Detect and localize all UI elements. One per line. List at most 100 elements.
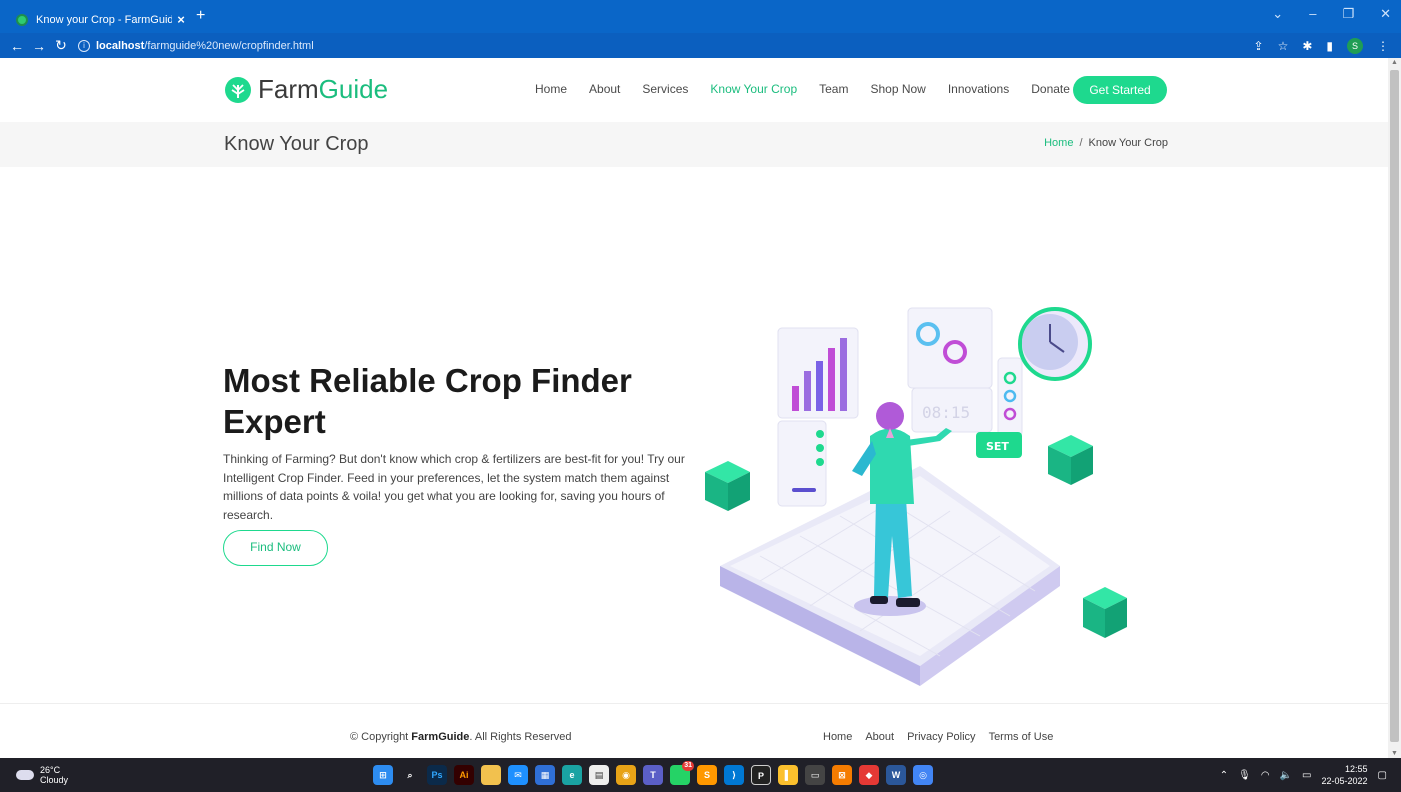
page-viewport: Farm Guide Home About Services Know Your … — [0, 58, 1388, 758]
windows-taskbar: 26°C Cloudy ⊞ ⌕ Ps Ai ✉ ▦ e ▤ ◉ T 31 S ⟩… — [0, 758, 1401, 792]
tray-chevron-icon[interactable]: ⌃ — [1220, 770, 1228, 781]
nav-donate[interactable]: Donate — [1031, 82, 1070, 96]
cube-left — [705, 461, 750, 511]
profile-avatar[interactable]: S — [1347, 38, 1363, 54]
panel-bar — [828, 348, 835, 411]
browser-tab[interactable]: Know your Crop - FarmGuide × — [8, 6, 190, 33]
mail-icon[interactable]: ✉ — [508, 765, 528, 785]
cloud-icon — [16, 770, 34, 780]
site-info-icon[interactable]: i — [78, 39, 90, 52]
logo-text-main: Farm — [258, 74, 319, 104]
powerbi-icon[interactable]: ▌ — [778, 765, 798, 785]
taskbar-clock[interactable]: 12:55 22-05-2022 — [1322, 763, 1368, 787]
breadcrumb-current: Know Your Crop — [1088, 137, 1169, 149]
clock-date: 22-05-2022 — [1321, 776, 1368, 786]
vscode-icon[interactable]: ⟩ — [724, 765, 744, 785]
weather-temperature: 26°C — [40, 765, 61, 775]
get-started-button[interactable]: Get Started — [1073, 76, 1167, 104]
nav-know-your-crop[interactable]: Know Your Crop — [710, 82, 797, 96]
wifi-icon[interactable]: ◠ — [1261, 770, 1270, 781]
chrome-profile-icon[interactable]: ◎ — [913, 765, 933, 785]
footer-link-home[interactable]: Home — [823, 731, 852, 743]
scroll-up-icon[interactable]: ▲ — [1391, 59, 1398, 66]
tab-close-icon[interactable]: × — [172, 12, 190, 27]
url-path: /farmguide%20new/cropfinder.html — [144, 39, 314, 52]
share-icon[interactable]: ⇪ — [1254, 39, 1264, 53]
tab-title: Know your Crop - FarmGuide — [36, 13, 172, 26]
checklist-ticks — [816, 430, 824, 466]
search-icon[interactable]: ⌕ — [400, 765, 420, 785]
crop-finder-illustration: 08:15 SET — [705, 307, 1127, 686]
nav-about[interactable]: About — [589, 82, 620, 96]
copyright-text: © Copyright FarmGuide. All Rights Reserv… — [350, 731, 571, 743]
weather-widget[interactable]: 26°C Cloudy — [16, 765, 68, 785]
footer-divider — [0, 703, 1388, 704]
illustrator-icon[interactable]: Ai — [454, 765, 474, 785]
find-now-button[interactable]: Find Now — [223, 530, 328, 566]
battery-icon[interactable]: ▭ — [1302, 770, 1311, 781]
browser-titlebar: Know your Crop - FarmGuide × + ⌄ – ❐ ✕ — [0, 0, 1401, 33]
notification-icon[interactable]: ▢ — [1378, 770, 1387, 781]
hero-description: Thinking of Farming? But don't know whic… — [223, 452, 685, 522]
notepad-icon[interactable]: ▭ — [805, 765, 825, 785]
file-explorer-icon[interactable] — [481, 765, 501, 785]
donut-panel — [907, 307, 993, 389]
url-field[interactable]: i localhost /farmguide%20new/cropfinder.… — [78, 39, 314, 52]
nav-team[interactable]: Team — [819, 82, 848, 96]
nav-shop-now[interactable]: Shop Now — [870, 82, 925, 96]
breadcrumb-separator: / — [1079, 137, 1083, 149]
start-icon[interactable]: ⊞ — [373, 765, 393, 785]
menu-dots-icon[interactable]: ⋮ — [1377, 39, 1389, 53]
teams-icon[interactable]: T — [643, 765, 663, 785]
forward-icon[interactable]: → — [28, 38, 50, 54]
edge-icon[interactable]: e — [562, 765, 582, 785]
page-scrollbar[interactable]: ▲ ▼ — [1388, 58, 1401, 758]
nav-innovations[interactable]: Innovations — [948, 82, 1009, 96]
site-logo[interactable]: Farm Guide — [224, 74, 388, 105]
breadcrumb-home-link[interactable]: Home — [1044, 137, 1073, 149]
sublime-icon[interactable]: S — [697, 765, 717, 785]
tab-search-icon[interactable]: ⌄ — [1272, 6, 1283, 22]
nav-services[interactable]: Services — [642, 82, 688, 96]
scroll-down-icon[interactable]: ▼ — [1391, 750, 1398, 757]
taskbar-apps: ⊞ ⌕ Ps Ai ✉ ▦ e ▤ ◉ T 31 S ⟩ P ▌ ▭ ⊠ ◆ W… — [373, 761, 933, 785]
nav-home[interactable]: Home — [535, 82, 567, 96]
git-icon[interactable]: ◆ — [859, 765, 879, 785]
close-window-icon[interactable]: ✕ — [1380, 6, 1391, 22]
reload-icon[interactable]: ↻ — [50, 37, 72, 54]
photoshop-icon[interactable]: Ps — [427, 765, 447, 785]
calculator-icon[interactable]: ▤ — [589, 765, 609, 785]
copyright-prefix: © Copyright — [350, 731, 412, 743]
time-text: 08:15 — [922, 403, 970, 422]
copyright-brand: FarmGuide — [411, 731, 470, 743]
microphone-icon[interactable]: 🎙 — [1238, 770, 1251, 781]
footer-link-terms[interactable]: Terms of Use — [989, 731, 1054, 743]
back-icon[interactable]: ← — [6, 38, 28, 54]
bookmark-star-icon[interactable]: ☆ — [1278, 39, 1289, 53]
clock-time: 12:55 — [1345, 764, 1368, 774]
breadcrumb: Home / Know Your Crop — [1044, 137, 1168, 149]
copyright-suffix: . All Rights Reserved — [469, 731, 572, 743]
xampp-icon[interactable]: ⊠ — [832, 765, 852, 785]
whatsapp-icon[interactable]: 31 — [670, 761, 694, 785]
favicon-icon — [16, 13, 28, 26]
store-icon[interactable]: ▦ — [535, 765, 555, 785]
footer-link-privacy[interactable]: Privacy Policy — [907, 731, 975, 743]
side-panel-icon[interactable]: ▮ — [1326, 39, 1333, 53]
chrome-icon[interactable]: ◉ — [616, 765, 636, 785]
jetbrains-icon[interactable]: P — [751, 765, 771, 785]
window-controls: ⌄ – ❐ ✕ — [1272, 6, 1391, 22]
maximize-icon[interactable]: ❐ — [1342, 6, 1354, 22]
status-panel — [997, 357, 1023, 437]
scrollbar-thumb[interactable] — [1390, 70, 1399, 742]
word-icon[interactable]: W — [886, 765, 906, 785]
volume-icon[interactable]: 🔈 — [1280, 770, 1292, 781]
new-tab-button[interactable]: + — [196, 7, 205, 25]
extensions-icon[interactable]: ✱ — [1302, 39, 1312, 53]
panel-bar — [816, 361, 823, 411]
breadcrumb-band: Know Your Crop Home / Know Your Crop — [0, 122, 1388, 167]
whatsapp-badge: 31 — [682, 761, 694, 771]
minimize-icon[interactable]: – — [1309, 6, 1316, 22]
panel-bar — [792, 386, 799, 411]
footer-link-about[interactable]: About — [865, 731, 894, 743]
